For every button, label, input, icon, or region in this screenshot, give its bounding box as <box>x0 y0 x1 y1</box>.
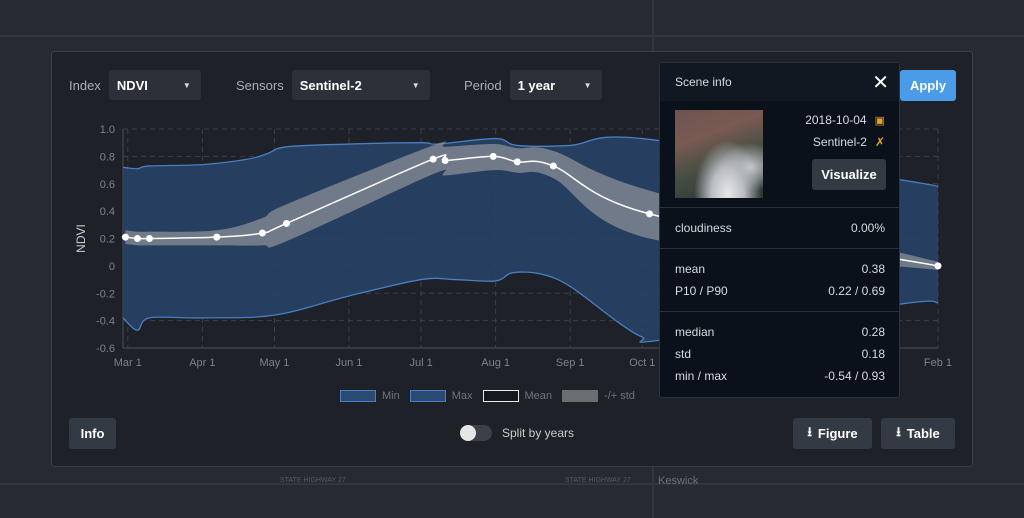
stat-row: cloudiness 0.00% <box>660 217 899 239</box>
stat-label: min / max <box>675 369 728 383</box>
x-tick-label: Jul 1 <box>409 357 432 369</box>
mean-point[interactable] <box>133 235 141 242</box>
scene-info-popup: Scene info ✕ 2018-10-04 ▣ Sentinel-2 ✗ Visu… <box>659 62 900 398</box>
stat-label: mean <box>675 262 706 276</box>
x-tick-label: Aug 1 <box>481 357 510 369</box>
mean-point[interactable] <box>258 229 266 237</box>
y-tick-label: 0.4 <box>100 206 115 218</box>
scene-info-title: Scene info <box>675 75 732 89</box>
visualize-button[interactable]: Visualize <box>812 159 886 190</box>
stat-value: 0.22 / 0.69 <box>828 284 885 298</box>
stat-label: cloudiness <box>675 221 732 235</box>
toggle-switch[interactable] <box>460 425 492 441</box>
stats-group: median 0.28 std 0.18 min / max -0.54 / 0.93 <box>660 311 899 396</box>
legend-swatch <box>562 390 599 402</box>
mean-point[interactable] <box>213 233 221 241</box>
stat-label: P10 / P90 <box>675 284 728 298</box>
download-icon: ⭳ <box>896 423 901 439</box>
mean-point[interactable] <box>513 158 521 166</box>
info-button[interactable]: Info <box>69 418 116 449</box>
x-tick-label: Jun 1 <box>336 357 363 369</box>
table-label: Table <box>906 426 940 441</box>
legend-std[interactable]: -/+ std <box>562 390 635 402</box>
mean-point[interactable] <box>489 152 497 160</box>
toggle-knob <box>460 425 476 441</box>
stat-row: std 0.18 <box>660 343 899 365</box>
scene-thumbnail[interactable] <box>675 110 763 198</box>
stat-label: std <box>675 347 692 361</box>
x-tick-label: Apr 1 <box>189 357 215 369</box>
stat-row: min / max -0.54 / 0.93 <box>660 365 899 387</box>
scene-date: 2018-10-04 <box>805 113 867 127</box>
legend-label: Mean <box>524 390 553 402</box>
stat-value: 0.28 <box>861 325 885 339</box>
mean-point[interactable] <box>121 233 129 241</box>
x-tick-label: Oct 1 <box>629 357 655 369</box>
stats-group: cloudiness 0.00% <box>660 207 899 248</box>
scene-sensor: Sentinel-2 <box>812 135 867 149</box>
stats-group: mean 0.38 P10 / P90 0.22 / 0.69 <box>660 248 899 311</box>
mean-point[interactable] <box>934 262 942 270</box>
stat-value: 0.00% <box>850 221 885 235</box>
mean-point[interactable] <box>145 235 153 242</box>
calendar-icon: ▣ <box>874 114 885 127</box>
mean-point[interactable] <box>646 210 654 218</box>
legend-swatch <box>409 390 446 402</box>
download-table-button[interactable]: ⭳ Table <box>881 418 955 449</box>
legend-swatch <box>340 390 376 402</box>
map-label: STATE HIGHWAY 27 <box>280 477 346 484</box>
legend-swatch <box>482 390 519 402</box>
stat-row: mean 0.38 <box>660 258 899 280</box>
y-axis-label: NDVI <box>74 224 88 253</box>
chart-legend: Min Max Mean -/+ std <box>340 390 635 402</box>
stat-value: 0.18 <box>861 347 885 361</box>
split-by-years-label: Split by years <box>502 426 575 440</box>
mean-point[interactable] <box>282 219 290 227</box>
x-tick-label: Feb 1 <box>924 357 952 369</box>
x-tick-label: May 1 <box>259 357 289 369</box>
legend-label: -/+ std <box>604 390 635 402</box>
stat-label: median <box>675 325 715 339</box>
y-tick-label: 0.6 <box>100 179 115 191</box>
y-tick-label: -0.6 <box>96 343 115 355</box>
figure-label: Figure <box>817 426 858 441</box>
legend-min[interactable]: Min <box>340 390 400 402</box>
legend-mean[interactable]: Mean <box>482 390 553 402</box>
y-tick-label: -0.2 <box>96 288 115 300</box>
satellite-icon: ✗ <box>874 135 885 149</box>
stat-row: P10 / P90 0.22 / 0.69 <box>660 280 899 302</box>
split-by-years-toggle[interactable]: Split by years <box>460 425 574 441</box>
stat-value: -0.54 / 0.93 <box>824 369 885 383</box>
legend-max[interactable]: Max <box>409 390 473 402</box>
download-icon: ⭳ <box>807 423 812 439</box>
map-label: STATE HIGHWAY 27 <box>565 477 631 484</box>
x-tick-label: Sep 1 <box>556 357 585 369</box>
y-tick-label: 0.8 <box>100 151 115 163</box>
scene-summary: 2018-10-04 ▣ Sentinel-2 ✗ Visualize <box>660 101 899 207</box>
legend-label: Max <box>451 390 473 402</box>
y-tick-label: 0 <box>109 261 115 273</box>
x-tick-label: Mar 1 <box>114 357 142 369</box>
mean-point[interactable] <box>549 162 557 170</box>
stat-row: median 0.28 <box>660 321 899 343</box>
y-tick-label: -0.4 <box>96 316 115 328</box>
legend-label: Min <box>382 390 400 402</box>
mean-point[interactable] <box>429 155 437 163</box>
close-icon[interactable]: ✕ <box>872 70 889 95</box>
mean-point[interactable] <box>441 156 449 164</box>
download-figure-button[interactable]: ⭳ Figure <box>793 418 872 449</box>
y-tick-label: 0.2 <box>100 234 115 246</box>
map-label: Keswick <box>658 475 699 487</box>
y-tick-label: 1.0 <box>100 124 115 136</box>
stat-value: 0.38 <box>861 262 885 276</box>
